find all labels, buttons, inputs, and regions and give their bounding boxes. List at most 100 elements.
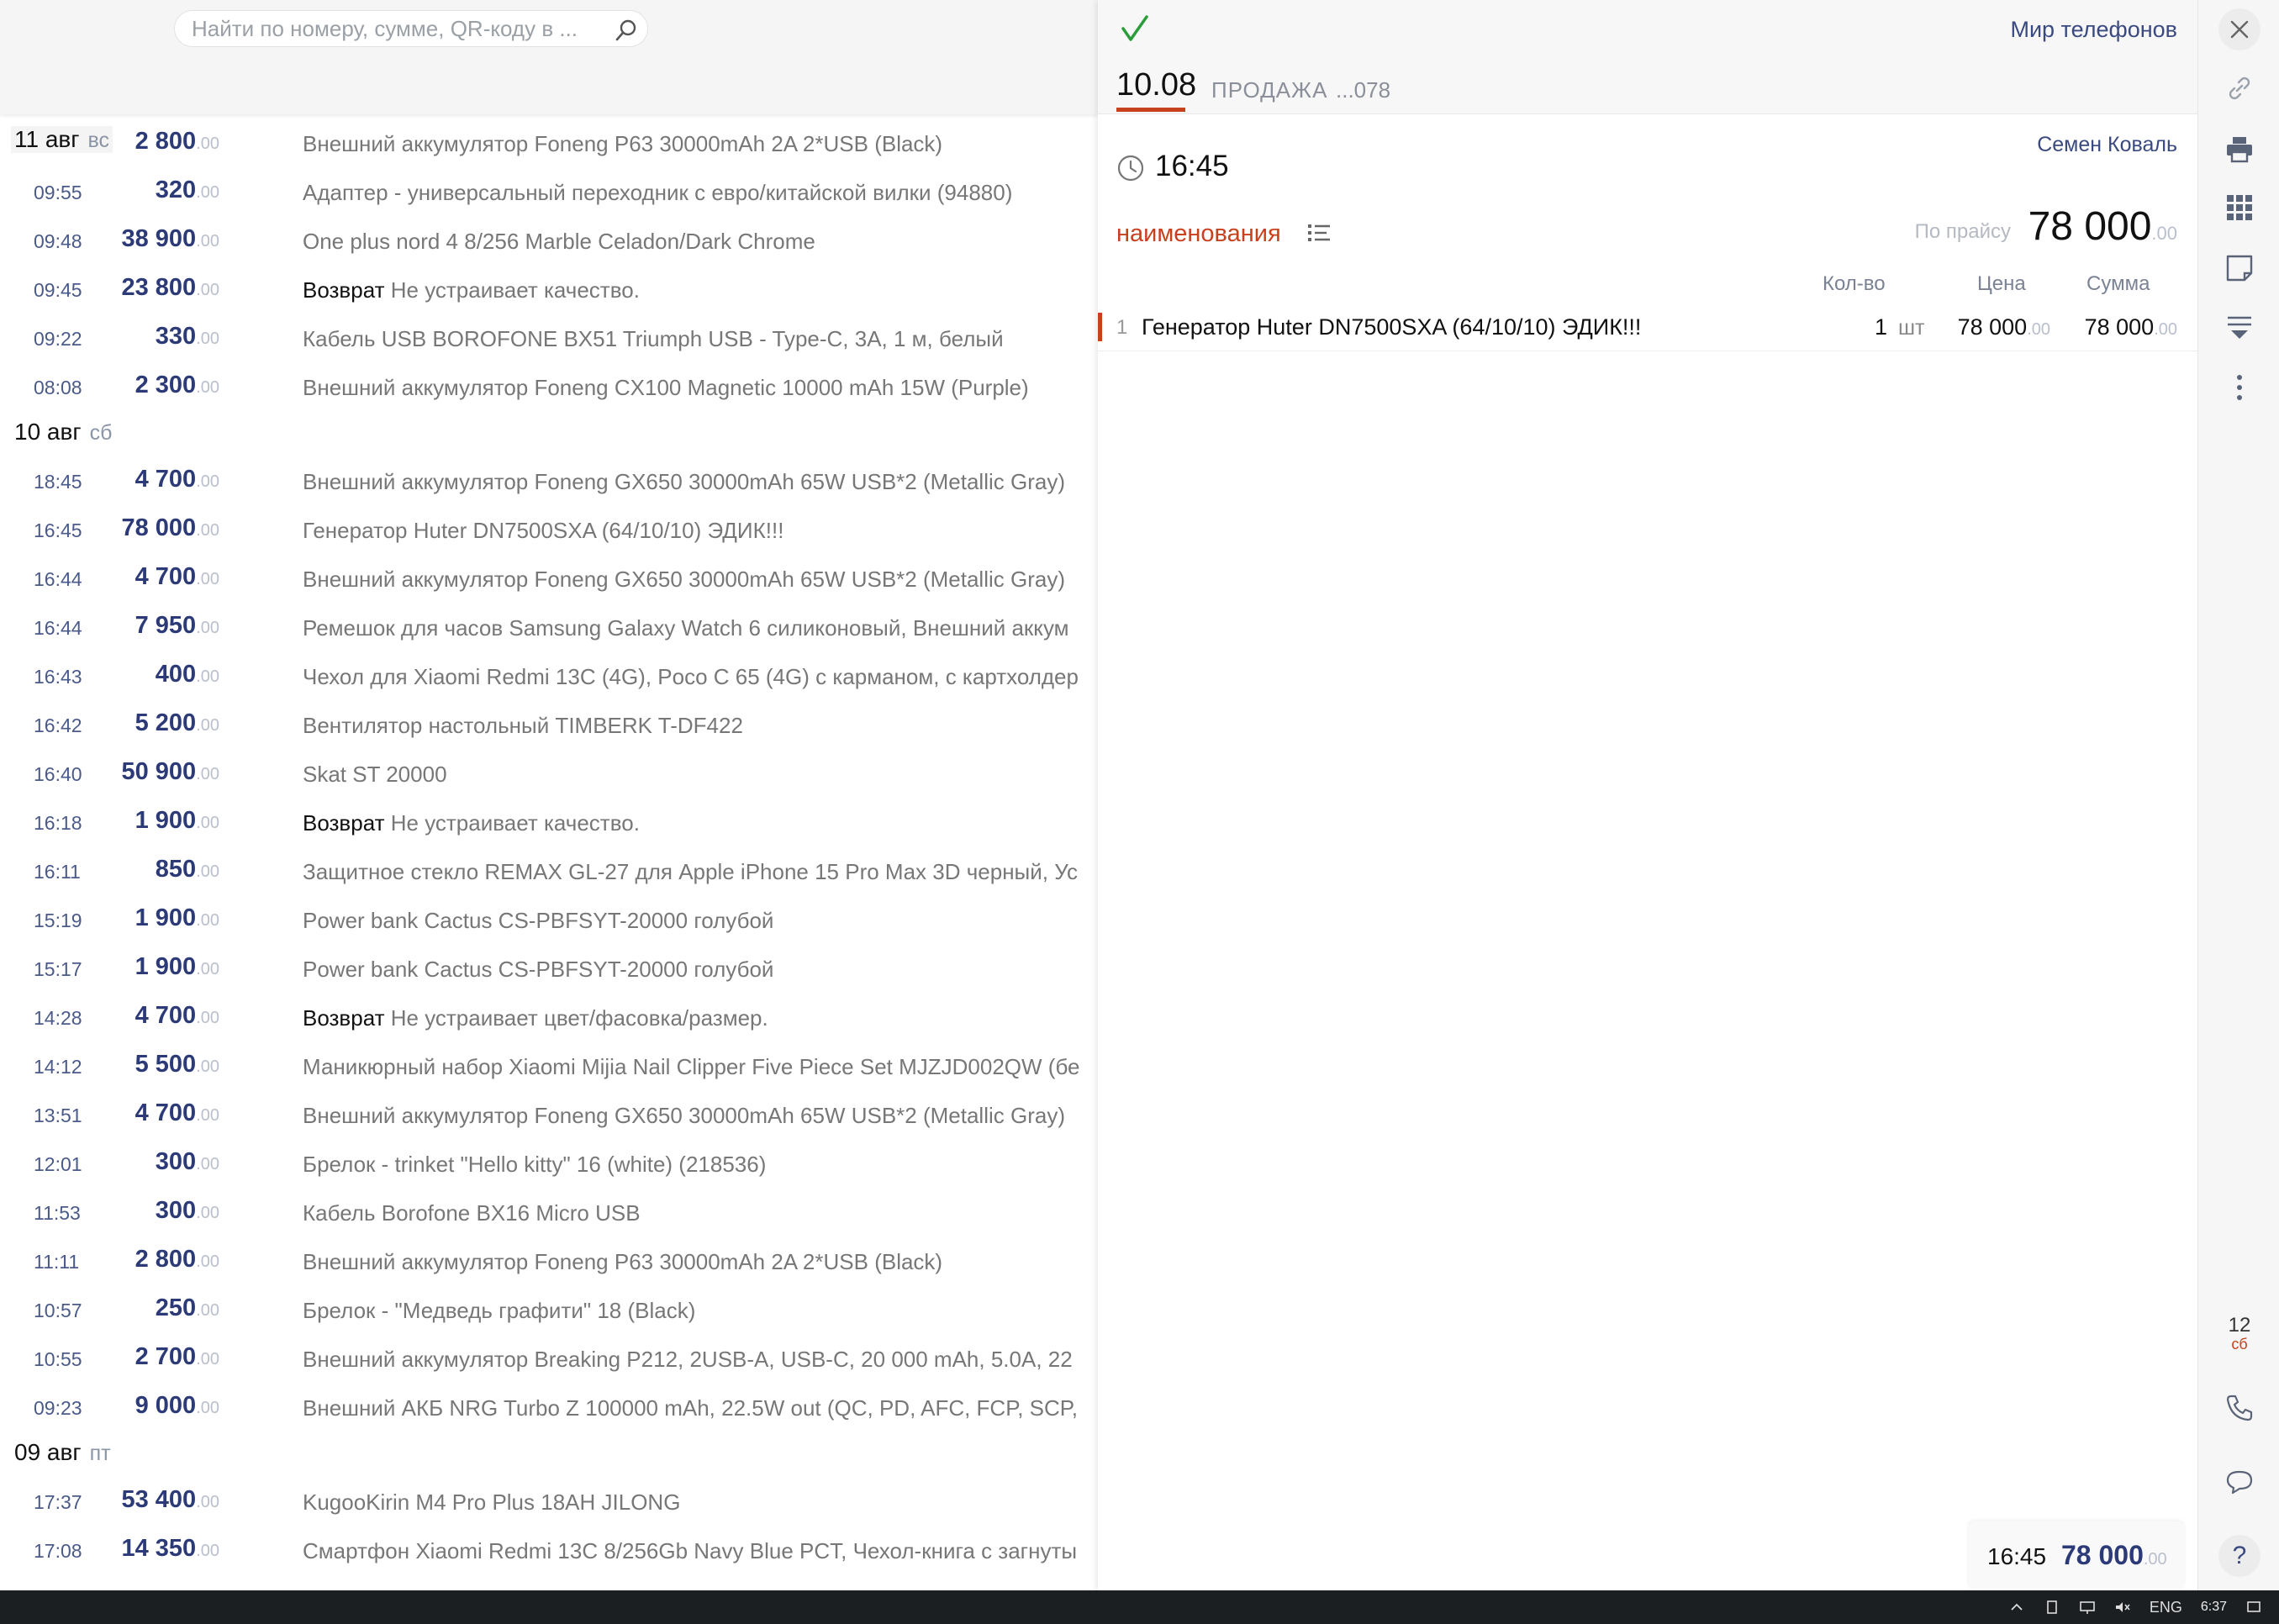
filter-button[interactable]: [2218, 306, 2261, 348]
item-row[interactable]: 1 Генератор Huter DN7500SXA (64/10/10) Э…: [1098, 303, 2197, 351]
transaction-row[interactable]: 09:45 23 800.00 Возврат Не устраивает каче…: [0, 266, 1098, 314]
chat-button[interactable]: [2218, 1461, 2261, 1503]
transaction-row[interactable]: 15:19 1 900.00 Power bank Cactus CS-PBFSYT…: [0, 896, 1098, 945]
transaction-description: Возврат Не устраивает цвет/фасовка/разме…: [303, 1005, 1098, 1031]
transaction-row[interactable]: 12:01 300.00 Брелок - trinket "Hello kitty…: [0, 1140, 1098, 1189]
transaction-amount: 330.00: [156, 323, 219, 351]
transaction-row[interactable]: 16:40 50 900.00 Skat ST 20000: [0, 750, 1098, 799]
document-date[interactable]: 10.08: [1116, 67, 1196, 103]
amount-cents: .00: [196, 1399, 219, 1417]
document-time[interactable]: 16:45: [1155, 150, 1229, 183]
transaction-row[interactable]: 16:44 7 950.00 Ремешок для часов Samsung G…: [0, 604, 1098, 652]
check-icon[interactable]: [1118, 12, 1152, 45]
amount-cents: .00: [196, 1009, 219, 1027]
list-view-icon[interactable]: [1306, 222, 1332, 244]
transaction-time: 16:42: [34, 714, 82, 736]
amount-value: 300: [155, 1197, 197, 1224]
description-text: Брелок - trinket "Hello kitty" 16 (white…: [303, 1152, 767, 1177]
transaction-amount: 850.00: [156, 856, 219, 883]
day-header: 09 авг пт: [0, 1432, 1098, 1474]
transaction-row[interactable]: 11:11 2 800.00 Внешний аккумулятор Foneng …: [0, 1237, 1098, 1286]
amount-cents: .00: [196, 765, 219, 783]
search-icon[interactable]: [614, 18, 639, 43]
footer-total[interactable]: 16:45 78 000.00: [1969, 1521, 2184, 1589]
amount-cents: .00: [196, 281, 219, 299]
employee-name[interactable]: Семен Коваль: [2037, 133, 2177, 157]
link-button[interactable]: [2218, 67, 2261, 109]
battery-icon[interactable]: [2044, 1599, 2060, 1616]
amount-cents: .00: [196, 1493, 219, 1511]
transaction-description: Вентилятор настольный TIMBERK T-DF422: [303, 713, 1098, 739]
amount-value: 78 000: [121, 514, 197, 541]
transaction-row[interactable]: 09:22 330.00 Кабель USB BOROFONE BX51 Triu…: [0, 314, 1098, 363]
transaction-description: Внешний АКБ NRG Turbo Z 100000 mAh, 22.5…: [303, 1395, 1098, 1421]
transaction-row[interactable]: 13:51 4 700.00 Внешний аккумулятор Foneng …: [0, 1091, 1098, 1140]
search-box[interactable]: [174, 10, 648, 47]
tab-items[interactable]: наименования: [1116, 220, 1281, 248]
volume-muted-icon[interactable]: [2114, 1599, 2131, 1616]
transaction-time: 15:17: [34, 958, 82, 980]
transaction-row[interactable]: 11:53 300.00 Кабель Borofone BX16 Micro US…: [0, 1189, 1098, 1237]
transaction-row[interactable]: 10:57 250.00 Брелок - "Медведь графити" 18…: [0, 1286, 1098, 1335]
transaction-row[interactable]: 14:28 4 700.00 Возврат Не устраивает цвет/…: [0, 994, 1098, 1042]
taskbar-time: 6:37: [2200, 1600, 2227, 1614]
total-amount: 78 000: [2028, 204, 2152, 249]
notifications-icon[interactable]: [2245, 1599, 2262, 1616]
description-text: One plus nord 4 8/256 Marble Celadon/Dar…: [303, 229, 815, 254]
network-icon[interactable]: [2079, 1599, 2096, 1616]
transaction-row[interactable]: 16:44 4 700.00 Внешний аккумулятор Foneng …: [0, 555, 1098, 604]
transaction-description: Возврат Не устраивает качество.: [303, 277, 1098, 303]
print-button[interactable]: [2218, 128, 2261, 170]
transaction-amount: 50 900.00: [121, 758, 219, 786]
transaction-time: 11:53: [34, 1202, 81, 1224]
link-icon: [2229, 76, 2250, 100]
transaction-description: Внешний аккумулятор Foneng P63 30000mAh …: [303, 1249, 1098, 1275]
close-button[interactable]: [2218, 8, 2261, 50]
tray-chevron-icon[interactable]: [2008, 1599, 2025, 1616]
transaction-description: Ремешок для часов Samsung Galaxy Watch 6…: [303, 615, 1098, 641]
transaction-time: 10:57: [34, 1300, 82, 1321]
pricelist-label[interactable]: По прайсу: [1915, 220, 2011, 244]
transaction-row[interactable]: 09:48 38 900.00 One plus nord 4 8/256 Marb…: [0, 217, 1098, 266]
transaction-row[interactable]: 09:23 9 000.00 Внешний АКБ NRG Turbo Z 100…: [0, 1384, 1098, 1432]
phone-button[interactable]: [2218, 1387, 2261, 1429]
item-name[interactable]: Генератор Huter DN7500SXA (64/10/10) ЭДИ…: [1142, 314, 1641, 340]
transaction-row[interactable]: 09:55 320.00 Адаптер - универсальный перех…: [0, 168, 1098, 217]
transaction-row[interactable]: 10:55 2 700.00 Внешний аккумулятор Breakin…: [0, 1335, 1098, 1384]
organization-name[interactable]: Мир телефонов: [2010, 17, 2177, 43]
transaction-time: 18:45: [34, 471, 82, 493]
amount-cents: .00: [196, 667, 219, 686]
search-input[interactable]: [192, 15, 595, 42]
transaction-row[interactable]: 17:08 14 350.00 Смартфон Xiaomi Redmi 13C …: [0, 1526, 1098, 1575]
transaction-description: Адаптер - универсальный переходник с евр…: [303, 180, 1098, 206]
transaction-time: 16:45: [34, 519, 82, 541]
transaction-description: Кабель USB BOROFONE BX51 Triumph USB - T…: [303, 326, 1098, 352]
transaction-row[interactable]: 17:37 53 400.00 KugooKirin M4 Pro Plus 18A…: [0, 1478, 1098, 1526]
transaction-row[interactable]: 16:43 400.00 Чехол для Xiaomi Redmi 13C (4…: [0, 652, 1098, 701]
transaction-row[interactable]: 16:45 78 000.00 Генератор Huter DN7500SXA …: [0, 506, 1098, 555]
transaction-row[interactable]: 18:45 4 700.00 Внешний аккумулятор Foneng …: [0, 457, 1098, 506]
amount-value: 5 500: [135, 1051, 197, 1078]
amount-cents: .00: [196, 911, 219, 930]
transaction-row[interactable]: 2 800.00 Внешний аккумулятор Foneng P63 3…: [0, 119, 1098, 168]
transaction-row[interactable]: 16:42 5 200.00 Вентилятор настольный TIMBE…: [0, 701, 1098, 750]
calendar-button[interactable]: 12 сб: [2220, 1315, 2259, 1360]
day-of-week: пт: [89, 1442, 111, 1465]
transaction-row[interactable]: 16:11 850.00 Защитное стекло REMAX GL-27 д…: [0, 847, 1098, 896]
item-price[interactable]: 78 000.00: [1958, 314, 2050, 340]
item-qty[interactable]: 1: [1875, 314, 1887, 340]
language-indicator[interactable]: ENG: [2150, 1599, 2182, 1616]
transaction-row[interactable]: 16:18 1 900.00 Возврат Не устраивает качес…: [0, 799, 1098, 847]
help-button[interactable]: ?: [2218, 1535, 2261, 1577]
more-button[interactable]: [2218, 366, 2261, 409]
apps-button[interactable]: [2218, 187, 2261, 229]
transaction-row[interactable]: 14:12 5 500.00 Маникюрный набор Xiaomi Mij…: [0, 1042, 1098, 1091]
transaction-row[interactable]: 08:08 2 300.00 Внешний аккумулятор Foneng …: [0, 363, 1098, 412]
taskbar-clock[interactable]: 6:37: [2201, 1600, 2227, 1615]
footer-amount-value: 78 000: [2061, 1540, 2144, 1570]
return-label: Возврат: [303, 1005, 385, 1031]
amount-value: 850: [155, 856, 197, 883]
note-button[interactable]: [2218, 247, 2261, 289]
transaction-row[interactable]: 15:17 1 900.00 Power bank Cactus CS-PBFSYT…: [0, 945, 1098, 994]
transaction-amount: 2 800.00: [135, 128, 219, 156]
